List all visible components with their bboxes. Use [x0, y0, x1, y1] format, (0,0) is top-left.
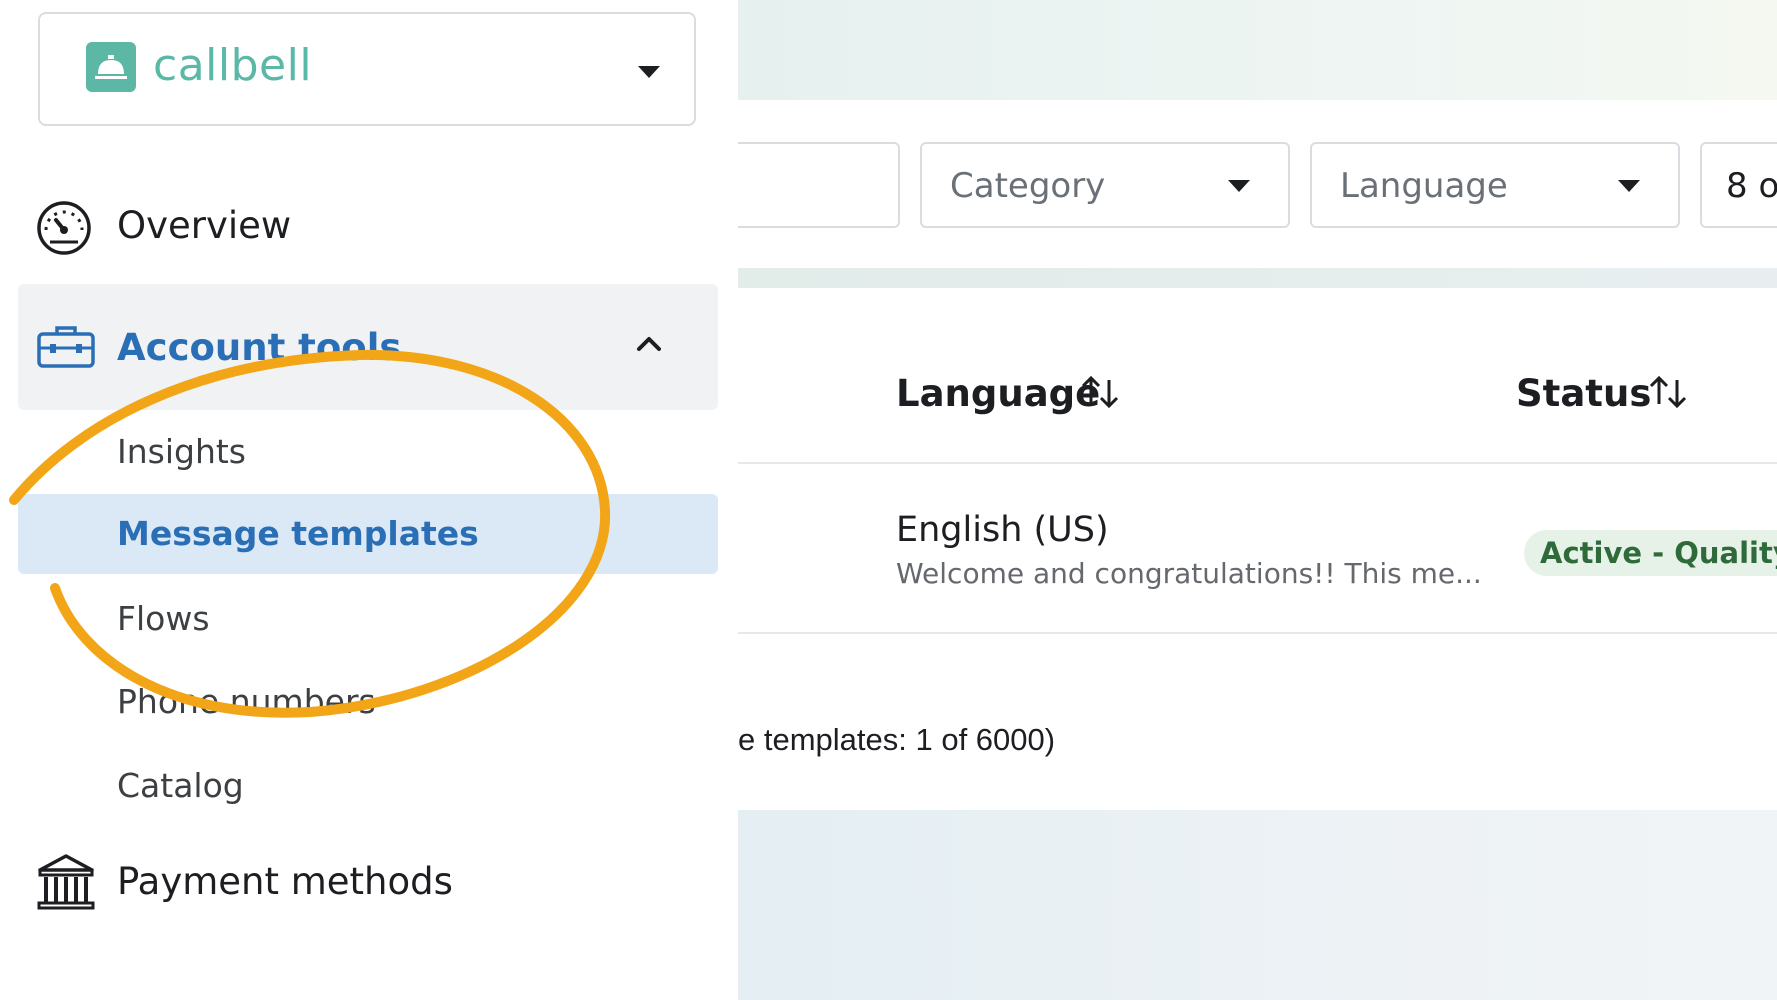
header-band [738, 0, 1777, 100]
row-message-preview: Welcome and congratulations!! This me... [896, 557, 1482, 590]
chevron-down-icon [1618, 180, 1640, 192]
sidebar-item-label: Payment methods [117, 860, 453, 903]
row-language: English (US) [896, 510, 1109, 550]
sidebar-item-message-templates[interactable]: Message templates [117, 512, 479, 556]
sidebar-item-overview[interactable]: Overview [0, 196, 738, 262]
gauge-icon [37, 201, 91, 255]
chevron-down-icon[interactable] [638, 66, 660, 78]
toolbox-icon [37, 326, 95, 368]
sidebar-item-account-tools[interactable]: Account tools [18, 284, 718, 410]
table-row-divider [738, 632, 1777, 634]
sidebar-item-flows[interactable]: Flows [117, 597, 210, 641]
sort-icon[interactable] [1080, 374, 1120, 410]
category-filter[interactable]: Category [920, 142, 1290, 228]
results-count-filter[interactable]: 8 o [1700, 142, 1777, 228]
templates-count: e templates: 1 of 6000) [738, 722, 1056, 757]
sidebar-item-insights[interactable]: Insights [117, 430, 246, 474]
main-content: Category Language 8 o Language Status En… [738, 0, 1777, 1000]
sidebar-item-payment-methods[interactable]: Payment methods [0, 850, 738, 920]
sidebar-item-label: Overview [117, 204, 292, 247]
chevron-down-icon [1228, 180, 1250, 192]
language-filter[interactable]: Language [1310, 142, 1680, 228]
results-count-label: 8 o [1726, 166, 1777, 206]
section-divider [738, 268, 1777, 288]
table-header-divider [738, 462, 1777, 464]
language-filter-label: Language [1340, 166, 1508, 206]
search-input[interactable] [738, 142, 900, 228]
category-filter-label: Category [950, 166, 1106, 206]
sidebar-item-catalog[interactable]: Catalog [117, 764, 244, 808]
sort-icon[interactable] [1648, 374, 1688, 410]
sidebar-item-label: Account tools [117, 326, 402, 369]
column-header-status[interactable]: Status [1516, 370, 1651, 418]
status-badge: Active - Quality p [1524, 530, 1777, 576]
chevron-up-icon[interactable] [636, 334, 662, 352]
callbell-logo-icon [86, 42, 136, 92]
sidebar: callbell Overview Account tools Insights… [0, 0, 738, 1000]
sidebar-item-phone-numbers[interactable]: Phone numbers [117, 680, 376, 724]
bank-icon [37, 854, 95, 910]
account-selector[interactable]: callbell [38, 12, 696, 126]
footer-band [738, 810, 1777, 1000]
column-header-language[interactable]: Language [896, 370, 1100, 418]
brand-name: callbell [153, 40, 313, 91]
